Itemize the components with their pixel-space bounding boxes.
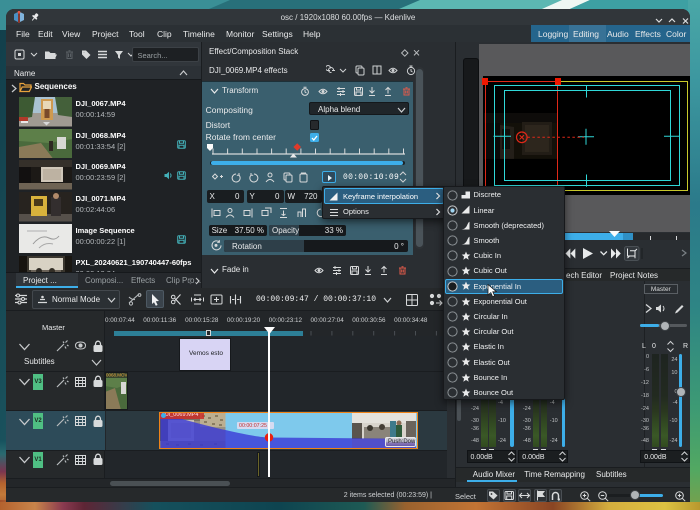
svg-text:0068.MOV: 0068.MOV [106, 373, 128, 378]
